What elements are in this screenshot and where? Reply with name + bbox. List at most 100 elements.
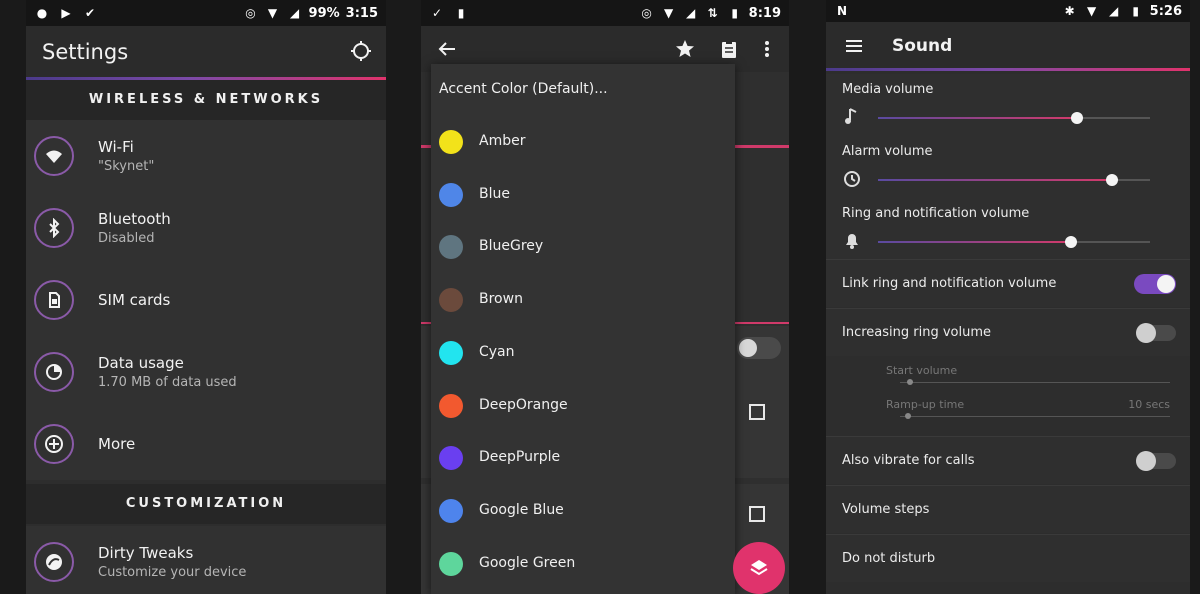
color-swatch (439, 130, 463, 154)
bezel-divider (386, 0, 421, 594)
link-ring-row[interactable]: Link ring and notification volume (826, 259, 1190, 307)
color-name: Google Blue (479, 501, 564, 518)
start-volume-slider[interactable]: Start volume (886, 364, 1170, 398)
wifi-signal-icon: ▼ (267, 6, 278, 20)
vibrate-row[interactable]: Also vibrate for calls (826, 436, 1190, 484)
status-bar: ● ▶ ✔ ◎ ▼ ◢ 99% 3:15 (26, 0, 386, 26)
settings-item-data-usage[interactable]: Data usage 1.70 MB of data used (26, 336, 386, 408)
vibrate-label: Also vibrate for calls (842, 453, 975, 468)
color-name: Amber (479, 133, 526, 149)
color-option[interactable]: Blue (431, 169, 735, 221)
volume-thumb[interactable] (1065, 236, 1078, 248)
slider-thumb[interactable] (907, 379, 913, 385)
color-swatch (439, 551, 463, 576)
volume-steps-row[interactable]: Volume steps (826, 485, 1190, 533)
wifi-signal-icon: ▼ (664, 6, 674, 20)
link-ring-label: Link ring and notification volume (842, 276, 1057, 291)
increasing-ring-switch[interactable] (1136, 323, 1176, 343)
color-option[interactable]: DeepPurple (431, 432, 735, 484)
background-checkbox[interactable] (749, 506, 765, 522)
mouse-icon: ▮ (457, 6, 465, 20)
bluetooth-status-icon: ✱ (1064, 4, 1075, 18)
bluetooth-icon (34, 208, 74, 248)
play-icon: ▶ (61, 6, 71, 20)
color-option[interactable]: Amber (431, 116, 735, 168)
battery-percent: 99% (308, 5, 340, 21)
wifi-icon (34, 136, 74, 176)
increasing-ring-row[interactable]: Increasing ring volume (826, 308, 1190, 356)
overflow-menu-icon[interactable] (757, 39, 777, 59)
color-name: DeepOrange (479, 396, 568, 413)
color-option[interactable]: Google Blue (431, 485, 735, 537)
left-bezel (0, 0, 26, 594)
color-option[interactable]: BlueGrey (431, 221, 735, 273)
section-header-customization: CUSTOMIZATION (26, 484, 386, 524)
link-ring-switch[interactable] (1134, 274, 1176, 294)
item-label: Data usage (98, 354, 184, 372)
hamburger-menu-icon[interactable] (844, 36, 864, 56)
battery-icon: ▮ (731, 6, 738, 20)
clipboard-icon[interactable] (719, 39, 739, 59)
page-title: Sound (892, 36, 953, 56)
color-option[interactable]: Cyan (431, 327, 735, 379)
settings-item-more[interactable]: More (26, 408, 386, 480)
settings-item-sim-cards[interactable]: SIM cards (26, 264, 386, 336)
item-summary: Disabled (98, 231, 155, 246)
data-arrows-icon: ⇅ (707, 6, 718, 20)
item-label: More (98, 435, 136, 453)
no-signal-icon: ◢ (289, 6, 300, 20)
slider-track (900, 413, 1170, 419)
sound-phone: N ✱ ▼ ◢ ▮ 5:26 Sound Media volume Alarm v… (826, 0, 1190, 594)
battery-icon: ▮ (1132, 4, 1139, 18)
item-summary: "Skynet" (98, 159, 155, 174)
accent-divider (826, 68, 1190, 71)
music-note-icon (845, 108, 857, 124)
page-title: Settings (42, 40, 129, 64)
cell-signal-icon: ◢ (1109, 4, 1119, 18)
color-option[interactable]: DeepOrange (431, 380, 735, 432)
volume-track[interactable] (878, 112, 1150, 124)
do-not-disturb-row[interactable]: Do not disturb (826, 534, 1190, 582)
color-name: Cyan (479, 343, 515, 360)
vibrate-switch[interactable] (1136, 451, 1176, 471)
color-option[interactable]: Google Green (431, 538, 735, 590)
settings-item-bluetooth[interactable]: Bluetooth Disabled (26, 192, 386, 264)
status-bar: ✓ ▮ ◎ ▼ ◢ ⇅ ▮ 8:19 (421, 0, 789, 26)
slider-thumb[interactable] (905, 413, 911, 419)
section-header-wireless: WIRELESS & NETWORKS (26, 80, 386, 120)
star-icon[interactable] (675, 39, 695, 59)
color-swatch (439, 498, 463, 523)
back-arrow-icon[interactable] (437, 39, 457, 59)
color-name: Google Green (479, 554, 576, 571)
plus-icon (34, 424, 74, 464)
item-summary: 1.70 MB of data used (98, 375, 237, 390)
volume-steps-label: Volume steps (842, 502, 930, 517)
volume-fill (878, 117, 1077, 119)
settings-item-wifi[interactable]: Wi-Fi "Skynet" (26, 120, 386, 192)
volume-thumb[interactable] (1105, 174, 1118, 186)
volume-track[interactable] (878, 236, 1150, 248)
app-notification-icon: ● (36, 6, 48, 20)
check-icon: ✔ (84, 6, 96, 20)
color-option[interactable]: Brown (431, 274, 735, 326)
nfc-icon: N (836, 4, 848, 18)
background-toggle[interactable] (737, 337, 781, 359)
hotspot-icon: ◎ (641, 6, 652, 20)
ramp-up-slider[interactable]: Ramp-up time 10 secs (886, 398, 1170, 432)
done-all-icon: ✓ (431, 6, 443, 20)
volume-thumb[interactable] (1070, 112, 1083, 124)
cell-signal-icon: ◢ (686, 6, 696, 20)
volume-slider-row: Alarm volume (826, 136, 1190, 198)
accent-color-phone: ✓ ▮ ◎ ▼ ◢ ⇅ ▮ 8:19 Accent Color (Default… (421, 0, 789, 594)
color-swatch (439, 235, 463, 260)
clock: 5:26 (1149, 3, 1182, 19)
volume-track[interactable] (878, 174, 1150, 186)
clock: 8:19 (748, 5, 781, 21)
search-icon[interactable] (350, 40, 372, 62)
slider-track (900, 379, 1170, 385)
do-not-disturb-label: Do not disturb (842, 551, 936, 566)
floating-action-button[interactable] (733, 542, 785, 594)
settings-item-dirty-tweaks[interactable]: Dirty Tweaks Customize your device (26, 526, 386, 594)
background-checkbox[interactable] (749, 404, 765, 420)
volume-slider-row: Media volume (826, 74, 1190, 136)
